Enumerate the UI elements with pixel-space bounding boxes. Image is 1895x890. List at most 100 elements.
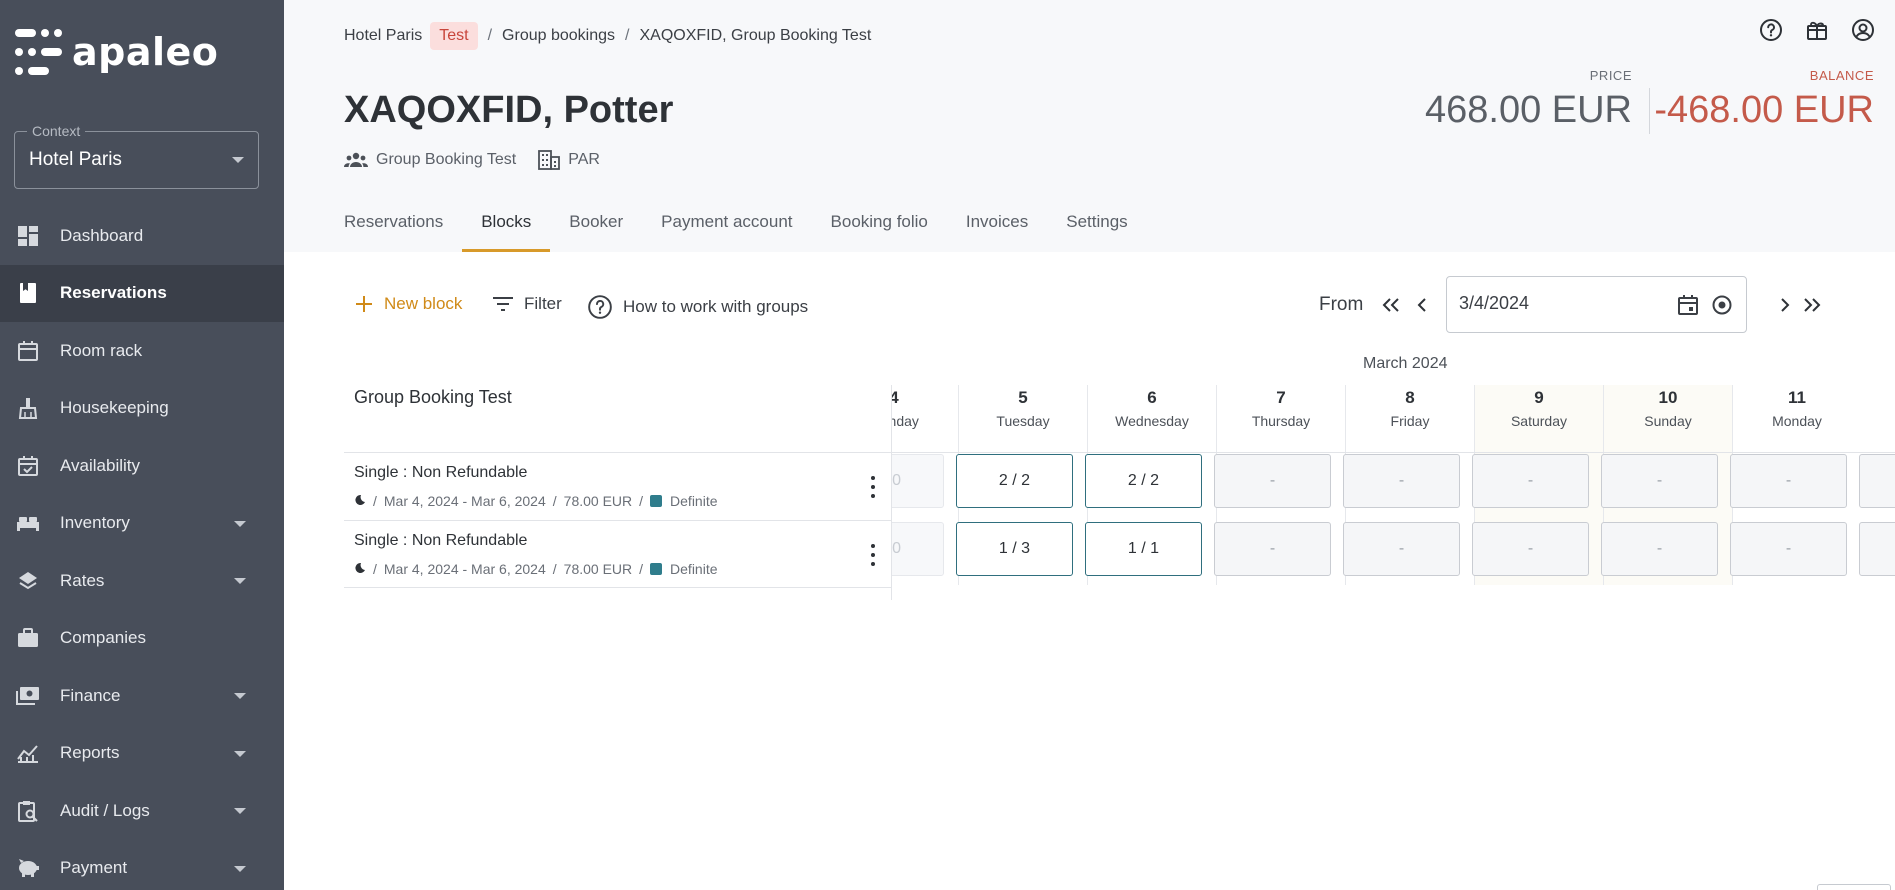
block-name: Single : Non Refundable: [354, 464, 528, 481]
day-name: Sunday: [1644, 413, 1692, 429]
sidebar-item-payment[interactable]: Payment: [0, 840, 284, 890]
new-block-button[interactable]: New block: [354, 294, 462, 314]
corner-widget[interactable]: [1817, 884, 1891, 890]
block-row[interactable]: Single : Non Refundable / Mar 4, 2024 - Ma…: [344, 520, 891, 588]
sidebar-item-reservations[interactable]: Reservations: [0, 264, 284, 322]
chevron-down-icon: [234, 693, 246, 699]
block-day-cell[interactable]: -: [1214, 522, 1331, 576]
cell-value: -: [1527, 540, 1534, 557]
day-name: Saturday: [1510, 413, 1568, 429]
apaleo-logo-icon: [15, 29, 62, 75]
price-value: 468.00 EUR: [1424, 89, 1632, 131]
chevron-down-icon: [234, 520, 246, 527]
gift-icon[interactable]: [1803, 16, 1831, 44]
tab-booker[interactable]: Booker: [569, 212, 623, 252]
tab-booking-folio[interactable]: Booking folio: [831, 212, 928, 252]
sidebar-item-rates[interactable]: Rates: [0, 552, 284, 610]
block-day-cell[interactable]: -: [1601, 522, 1718, 576]
from-date-field[interactable]: [1446, 276, 1747, 333]
block-day-cell[interactable]: 1 / 3: [956, 522, 1073, 576]
block-day-cell[interactable]: 2 / 2: [956, 454, 1073, 508]
sidebar-item-label: Rates: [60, 570, 105, 590]
sidebar-item-room-rack[interactable]: Room rack: [0, 322, 284, 380]
block-dates: Mar 4, 2024 - Mar 6, 2024: [383, 493, 546, 509]
block-status: Definite: [670, 561, 718, 577]
day-number: 6: [1147, 388, 1157, 407]
how-to-groups-button[interactable]: How to work with groups: [587, 294, 808, 320]
cell-value: 0 / 0: [892, 540, 902, 557]
building-icon: [538, 150, 561, 170]
tab-settings[interactable]: Settings: [1066, 212, 1127, 252]
filter-button[interactable]: Filter: [492, 294, 562, 314]
sidebar-nav: Dashboard Reservations Room rack Housekeepi…: [0, 207, 284, 890]
chevron-left-icon[interactable]: [1409, 292, 1435, 318]
block-day-cell[interactable]: -: [1730, 454, 1847, 508]
cell-value: -: [1398, 540, 1405, 557]
balance-summary: BALANCE -468.00 EUR: [1654, 68, 1874, 132]
block-day-cell[interactable]: -: [1472, 454, 1589, 508]
sidebar-item-availability[interactable]: Availability: [0, 437, 284, 495]
block-day-cell[interactable]: [1859, 522, 1895, 576]
double-chevron-right-icon[interactable]: [1799, 292, 1825, 318]
block-day-cell[interactable]: -: [1601, 454, 1718, 508]
today-target-icon[interactable]: [1710, 293, 1734, 322]
cell-value: 1 / 1: [1127, 540, 1160, 557]
more-vert-icon[interactable]: [863, 473, 883, 501]
page-title: XAQOXFID, Potter: [344, 89, 674, 131]
sidebar-item-label: Housekeeping: [60, 398, 169, 418]
tab-invoices[interactable]: Invoices: [966, 212, 1028, 252]
block-day-cell[interactable]: 1 / 1: [1085, 522, 1202, 576]
tab-blocks[interactable]: Blocks: [462, 212, 551, 252]
moon-icon: [354, 561, 366, 577]
sidebar-item-label: Payment: [60, 858, 128, 878]
logo-text: apaleo: [72, 30, 219, 74]
block-day-cell[interactable]: -: [1343, 522, 1460, 576]
sidebar-item-reports[interactable]: Reports: [0, 725, 284, 783]
chevron-right-icon[interactable]: [1772, 292, 1798, 318]
group-name[interactable]: Group Booking Test: [376, 151, 516, 169]
tab-payment-account[interactable]: Payment account: [661, 212, 792, 252]
sidebar-item-label: Companies: [60, 628, 146, 648]
from-date-input[interactable]: [1459, 293, 1659, 314]
breadcrumb-group-bookings[interactable]: Group bookings: [502, 27, 615, 45]
double-chevron-left-icon[interactable]: [1378, 292, 1404, 318]
cell-value: 2 / 2: [1127, 472, 1160, 489]
sidebar-item-audit-logs[interactable]: Audit / Logs: [0, 782, 284, 840]
account-icon[interactable]: [1849, 16, 1877, 44]
date-field-icons: [1676, 293, 1734, 322]
balance-label: BALANCE: [1809, 68, 1874, 83]
sidebar-item-finance[interactable]: Finance: [0, 667, 284, 725]
block-day-cell[interactable]: 2 / 2: [1085, 454, 1202, 508]
sidebar-item-companies[interactable]: Companies: [0, 610, 284, 668]
calendar-icon[interactable]: [1676, 293, 1700, 322]
cell-value: 0 / 0: [892, 472, 902, 489]
month-label: March 2024: [1363, 355, 1448, 372]
sidebar-item-dashboard[interactable]: Dashboard: [0, 207, 284, 265]
bed-icon: [16, 511, 40, 535]
tab-reservations[interactable]: Reservations: [344, 212, 443, 252]
block-day-cell[interactable]: [1859, 454, 1895, 508]
more-vert-icon[interactable]: [863, 541, 883, 569]
sidebar-item-housekeeping[interactable]: Housekeeping: [0, 380, 284, 438]
block-day-cell[interactable]: -: [1343, 454, 1460, 508]
breadcrumb-property[interactable]: Hotel Paris: [344, 27, 422, 45]
context-label: Context: [27, 123, 86, 139]
calendar-icon: [16, 339, 40, 363]
how-to-groups-label: How to work with groups: [623, 297, 809, 316]
new-block-label: New block: [384, 294, 463, 313]
chevron-down-icon: [234, 808, 246, 814]
sidebar-item-inventory[interactable]: Inventory: [0, 495, 284, 553]
chevron-down-icon: [232, 157, 244, 163]
block-day-cell[interactable]: -: [1472, 522, 1589, 576]
block-day-cell[interactable]: -: [1214, 454, 1331, 508]
cell-value: -: [1398, 472, 1405, 489]
context-select[interactable]: Context Hotel Paris: [14, 123, 259, 189]
help-icon[interactable]: [1757, 16, 1785, 44]
block-day-cell[interactable]: -: [1730, 522, 1847, 576]
property-code: PAR: [568, 151, 600, 168]
block-row[interactable]: Single : Non Refundable / Mar 4, 2024 - Ma…: [344, 452, 891, 520]
test-badge: Test: [430, 22, 478, 50]
piggy-bank-icon: [16, 856, 40, 880]
day-number: 10: [1658, 388, 1678, 407]
apaleo-logo[interactable]: apaleo: [14, 27, 218, 77]
